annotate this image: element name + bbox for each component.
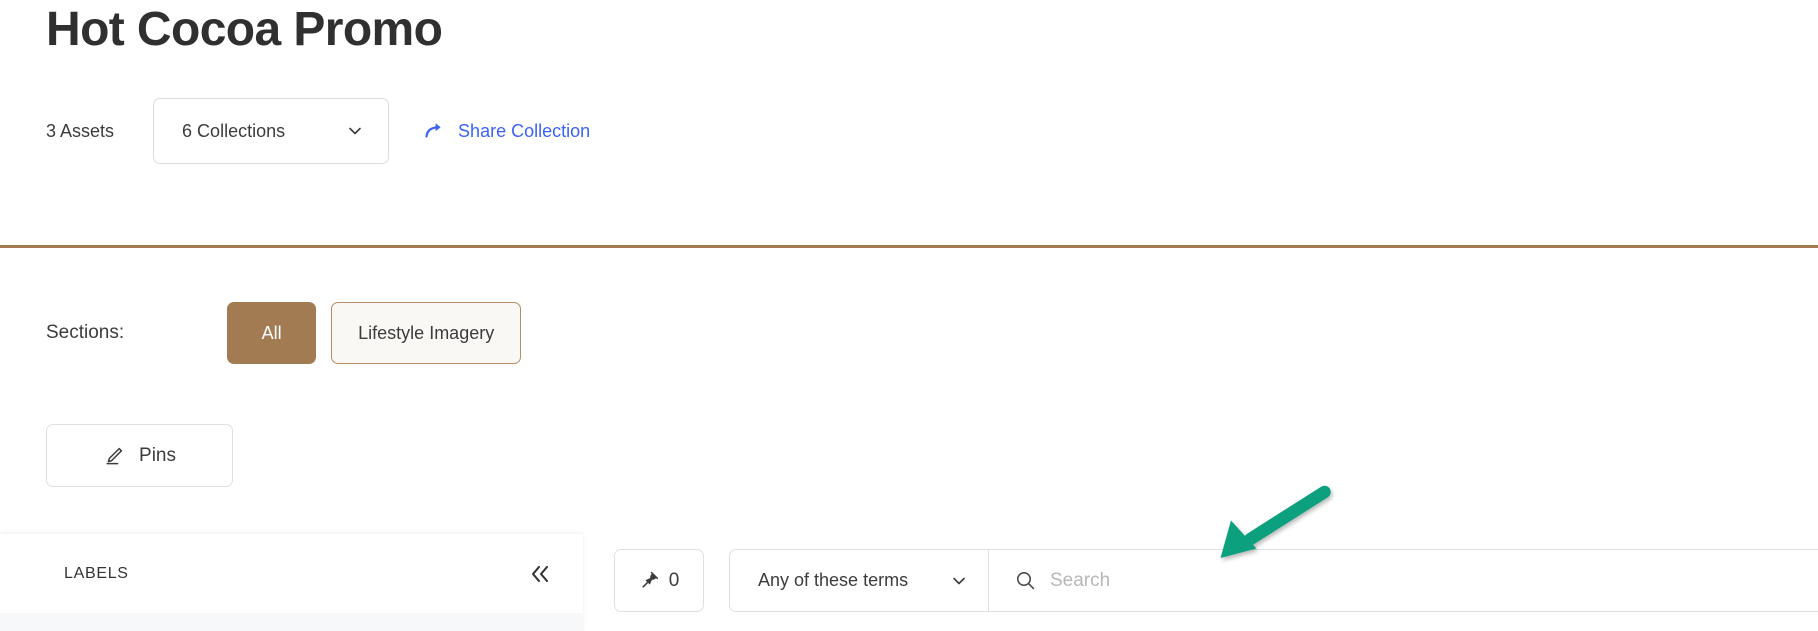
collections-dropdown[interactable]: 6 Collections [153, 98, 390, 164]
search-mode-dropdown[interactable]: Any of these terms [729, 549, 989, 612]
share-collection-label: Share Collection [458, 120, 591, 141]
pins-button[interactable]: Pins [46, 424, 233, 487]
pinned-count-value: 0 [668, 569, 680, 591]
search-input[interactable] [1050, 569, 1818, 592]
chevron-down-icon [950, 572, 968, 590]
section-chip-lifestyle-imagery[interactable]: Lifestyle Imagery [331, 302, 522, 364]
search-icon [1015, 570, 1036, 591]
section-divider [0, 245, 1818, 248]
page-title: Hot Cocoa Promo [46, 3, 443, 56]
search-field[interactable] [989, 549, 1818, 612]
share-arrow-icon [424, 120, 446, 142]
search-mode-value: Any of these terms [758, 570, 909, 590]
pins-button-label: Pins [139, 444, 176, 466]
labels-panel-header: LABELS [0, 534, 583, 613]
pinned-count-button[interactable]: 0 [614, 549, 704, 612]
labels-panel-body [0, 613, 583, 631]
chevron-double-left-icon[interactable] [525, 559, 555, 589]
section-chip-lifestyle-imagery-label: Lifestyle Imagery [358, 322, 495, 343]
section-chip-all-label: All [261, 322, 282, 343]
collections-dropdown-value: 6 Collections [182, 120, 286, 141]
share-collection-link[interactable]: Share Collection [424, 120, 590, 142]
chevron-down-icon [346, 122, 364, 140]
labels-panel: LABELS [0, 534, 583, 631]
collection-meta-row: 3 Assets 6 Collections Share Collection [46, 98, 590, 164]
search-toolbar: 0 Any of these terms [614, 549, 1818, 612]
labels-panel-title: LABELS [64, 564, 129, 582]
sections-label: Sections: [46, 322, 125, 343]
pencil-icon [103, 445, 125, 467]
page-header: Hot Cocoa Promo 3 Assets 6 Collections S… [0, 0, 1818, 247]
pushpin-icon [639, 570, 660, 591]
section-chip-all[interactable]: All [227, 302, 317, 364]
asset-count-label: 3 Assets [46, 121, 115, 141]
sections-toolbar: Sections: All Lifestyle Imagery [46, 302, 522, 364]
